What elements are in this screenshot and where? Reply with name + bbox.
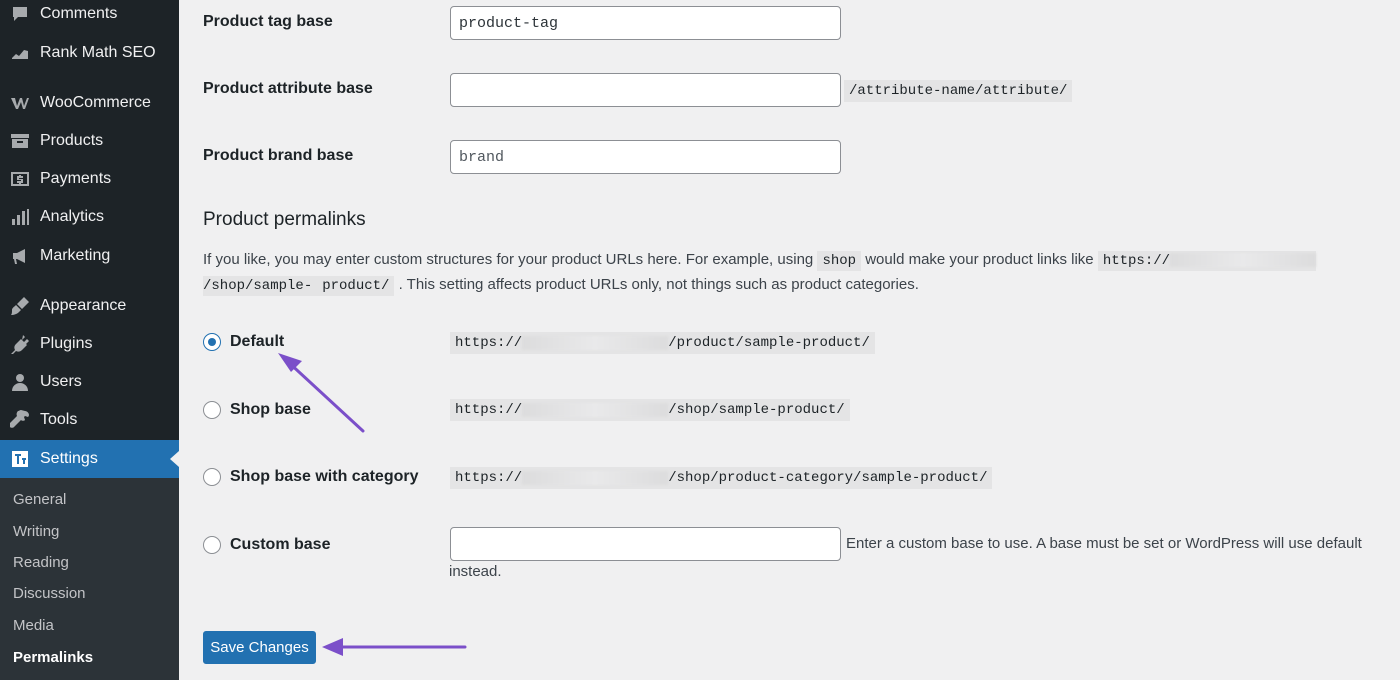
woocommerce-icon (9, 92, 31, 114)
custom-base-input[interactable] (450, 527, 841, 561)
section-title: Product permalinks (203, 209, 366, 230)
tag-base-label: Product tag base (203, 13, 333, 30)
admin-sidebar: Comments Rank Math SEO WooCommerce Produ… (0, 0, 179, 680)
megaphone-icon (9, 245, 31, 267)
url-sample-shop-base-category: https:///shop/product-category/sample-pr… (450, 467, 993, 489)
shop-code: shop (817, 251, 862, 271)
arrow-to-save-head (322, 638, 343, 656)
menu-item-settings[interactable]: Settings (0, 440, 179, 478)
example-url-code-cont: product/ (317, 276, 395, 296)
radio-shop-base-category-control[interactable] (203, 468, 221, 486)
menu-item-products[interactable]: Products (0, 122, 179, 160)
menu-item-tools[interactable]: Tools (0, 401, 179, 439)
comment-icon (9, 3, 31, 25)
arrow-to-default (284, 358, 365, 433)
radio-shop-base[interactable]: Shop base (203, 401, 311, 419)
brand-base-input[interactable] (450, 140, 841, 174)
submenu-reading[interactable]: Reading (13, 554, 69, 571)
menu-item-appearance[interactable]: Appearance (0, 287, 179, 325)
redacted-domain (522, 403, 669, 417)
custom-base-help-cont: instead. (449, 563, 502, 580)
user-icon (9, 371, 31, 393)
radio-default[interactable]: Default (203, 333, 284, 351)
attribute-base-label: Product attribute base (203, 80, 373, 97)
attribute-base-input[interactable] (450, 73, 841, 107)
menu-item-marketing[interactable]: Marketing (0, 237, 179, 275)
tag-base-input[interactable] (450, 6, 841, 40)
brand-base-label: Product brand base (203, 147, 354, 164)
menu-item-comments[interactable]: Comments (0, 0, 179, 33)
submenu-permalinks[interactable]: Permalinks (13, 649, 93, 666)
settings-submenu: General Writing Reading Discussion Media… (0, 478, 179, 680)
custom-base-help: Enter a custom base to use. A base must … (846, 535, 1362, 552)
save-changes-button[interactable]: Save Changes (203, 631, 316, 664)
radio-shop-base-category[interactable]: Shop base with category (203, 468, 418, 486)
bar-chart-icon (9, 206, 31, 228)
rank-math-icon (9, 42, 31, 64)
submenu-writing[interactable]: Writing (13, 523, 59, 540)
menu-item-users[interactable]: Users (0, 363, 179, 401)
arrow-to-default-head (278, 353, 302, 372)
redacted-domain (1170, 253, 1317, 268)
menu-item-payments[interactable]: Payments (0, 160, 179, 198)
submenu-media[interactable]: Media (13, 617, 54, 634)
paintbrush-icon (9, 295, 31, 317)
section-description: If you like, you may enter custom struct… (203, 248, 1393, 298)
submenu-discussion[interactable]: Discussion (13, 585, 86, 602)
settings-icon (9, 448, 31, 470)
dollar-icon (9, 168, 31, 190)
redacted-domain (522, 336, 669, 350)
menu-item-woocommerce[interactable]: WooCommerce (0, 84, 179, 122)
radio-shop-base-control[interactable] (203, 401, 221, 419)
menu-item-plugins[interactable]: Plugins (0, 325, 179, 363)
archive-icon (9, 130, 31, 152)
radio-default-control[interactable] (203, 333, 221, 351)
url-sample-default: https:///product/sample-product/ (450, 332, 875, 354)
plug-icon (9, 333, 31, 355)
wrench-icon (9, 409, 31, 431)
radio-custom-base-control[interactable] (203, 536, 221, 554)
menu-item-analytics[interactable]: Analytics (0, 198, 179, 236)
redacted-domain (522, 471, 669, 485)
attribute-base-suffix: /attribute-name/attribute/ (844, 80, 1073, 102)
menu-item-rank-math-seo[interactable]: Rank Math SEO (0, 34, 179, 72)
url-sample-shop-base: https:///shop/sample-product/ (450, 399, 850, 421)
radio-custom-base[interactable]: Custom base (203, 536, 330, 554)
submenu-general[interactable]: General (13, 491, 66, 508)
